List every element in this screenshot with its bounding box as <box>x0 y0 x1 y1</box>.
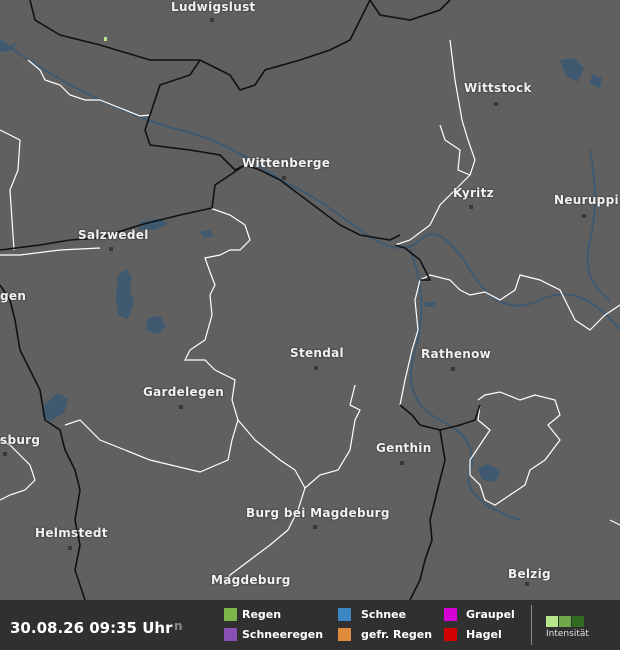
city-label-belzig: Belzig <box>508 567 551 581</box>
intensity-label: Intensität <box>546 629 589 639</box>
city-dot-burg <box>313 525 317 529</box>
city-dot-helmstedt <box>68 546 72 550</box>
city-dot-stendal <box>314 366 318 370</box>
city-label-partial-n: n <box>174 619 183 633</box>
city-dot-wolfsburg <box>3 452 7 456</box>
city-label-helmstedt: Helmstedt <box>35 526 108 540</box>
city-label-burg: Burg bei Magdeburg <box>246 506 390 520</box>
legend-swatch-hagel <box>444 628 457 641</box>
city-dot-ludwigslust <box>210 18 214 22</box>
city-dot-belzig <box>525 582 529 586</box>
city-label-rathenow: Rathenow <box>421 347 492 361</box>
city-label-wittenberge: Wittenberge <box>242 156 331 170</box>
legend-label-schneeregen: Schneeregen <box>242 628 324 641</box>
city-dot-rathenow <box>451 367 455 371</box>
radar-echo <box>104 37 107 41</box>
legend-label-schnee: Schnee <box>361 608 407 621</box>
legend-bar: n 30.08.26 09:35 Uhr Regen Schneeregen S… <box>0 600 620 650</box>
legend-label-gefr-regen: gefr. Regen <box>361 628 433 641</box>
lake <box>425 302 435 307</box>
city-dot-wittenberge <box>282 176 286 180</box>
intensity-swatch-mid <box>559 616 571 627</box>
city-dot-neuruppin <box>582 214 586 218</box>
city-dot-gardelegen <box>179 405 183 409</box>
city-label-ludwigslust: Ludwigslust <box>171 0 256 14</box>
legend-label-hagel: Hagel <box>466 628 502 641</box>
city-label-genthin: Genthin <box>376 441 432 455</box>
city-dot-salzwedel <box>109 247 113 251</box>
city-label-partial-sburg: sburg <box>0 433 41 447</box>
intensity-swatch-high <box>572 616 584 627</box>
legend-swatch-graupel <box>444 608 457 621</box>
legend-divider <box>531 605 532 645</box>
intensity-swatch-low <box>546 616 558 627</box>
city-label-neuruppin: Neuruppin <box>554 193 620 207</box>
city-label-salzwedel: Salzwedel <box>78 228 149 242</box>
city-dot-wittstock <box>494 102 498 106</box>
city-label-kyritz: Kyritz <box>453 186 494 200</box>
city-label-gardelegen: Gardelegen <box>143 385 225 399</box>
weather-radar-map[interactable]: Ludwigslust Wittstock Wittenberge Kyritz… <box>0 0 620 650</box>
city-label-magdeburg: Magdeburg <box>211 573 291 587</box>
city-dot-kyritz <box>469 205 473 209</box>
legend-swatch-schnee <box>338 608 351 621</box>
city-label-wittstock: Wittstock <box>464 81 532 95</box>
map-base-layer <box>0 0 620 650</box>
city-label-partial-gen: gen <box>0 289 27 303</box>
legend-label-regen: Regen <box>242 608 282 621</box>
city-dot-genthin <box>400 461 404 465</box>
legend-swatch-schneeregen <box>224 628 237 641</box>
timestamp: 30.08.26 09:35 Uhr <box>10 619 173 637</box>
legend-label-graupel: Graupel <box>466 608 515 621</box>
legend-swatch-gefr-regen <box>338 628 351 641</box>
legend-swatch-regen <box>224 608 237 621</box>
city-label-stendal: Stendal <box>290 346 344 360</box>
